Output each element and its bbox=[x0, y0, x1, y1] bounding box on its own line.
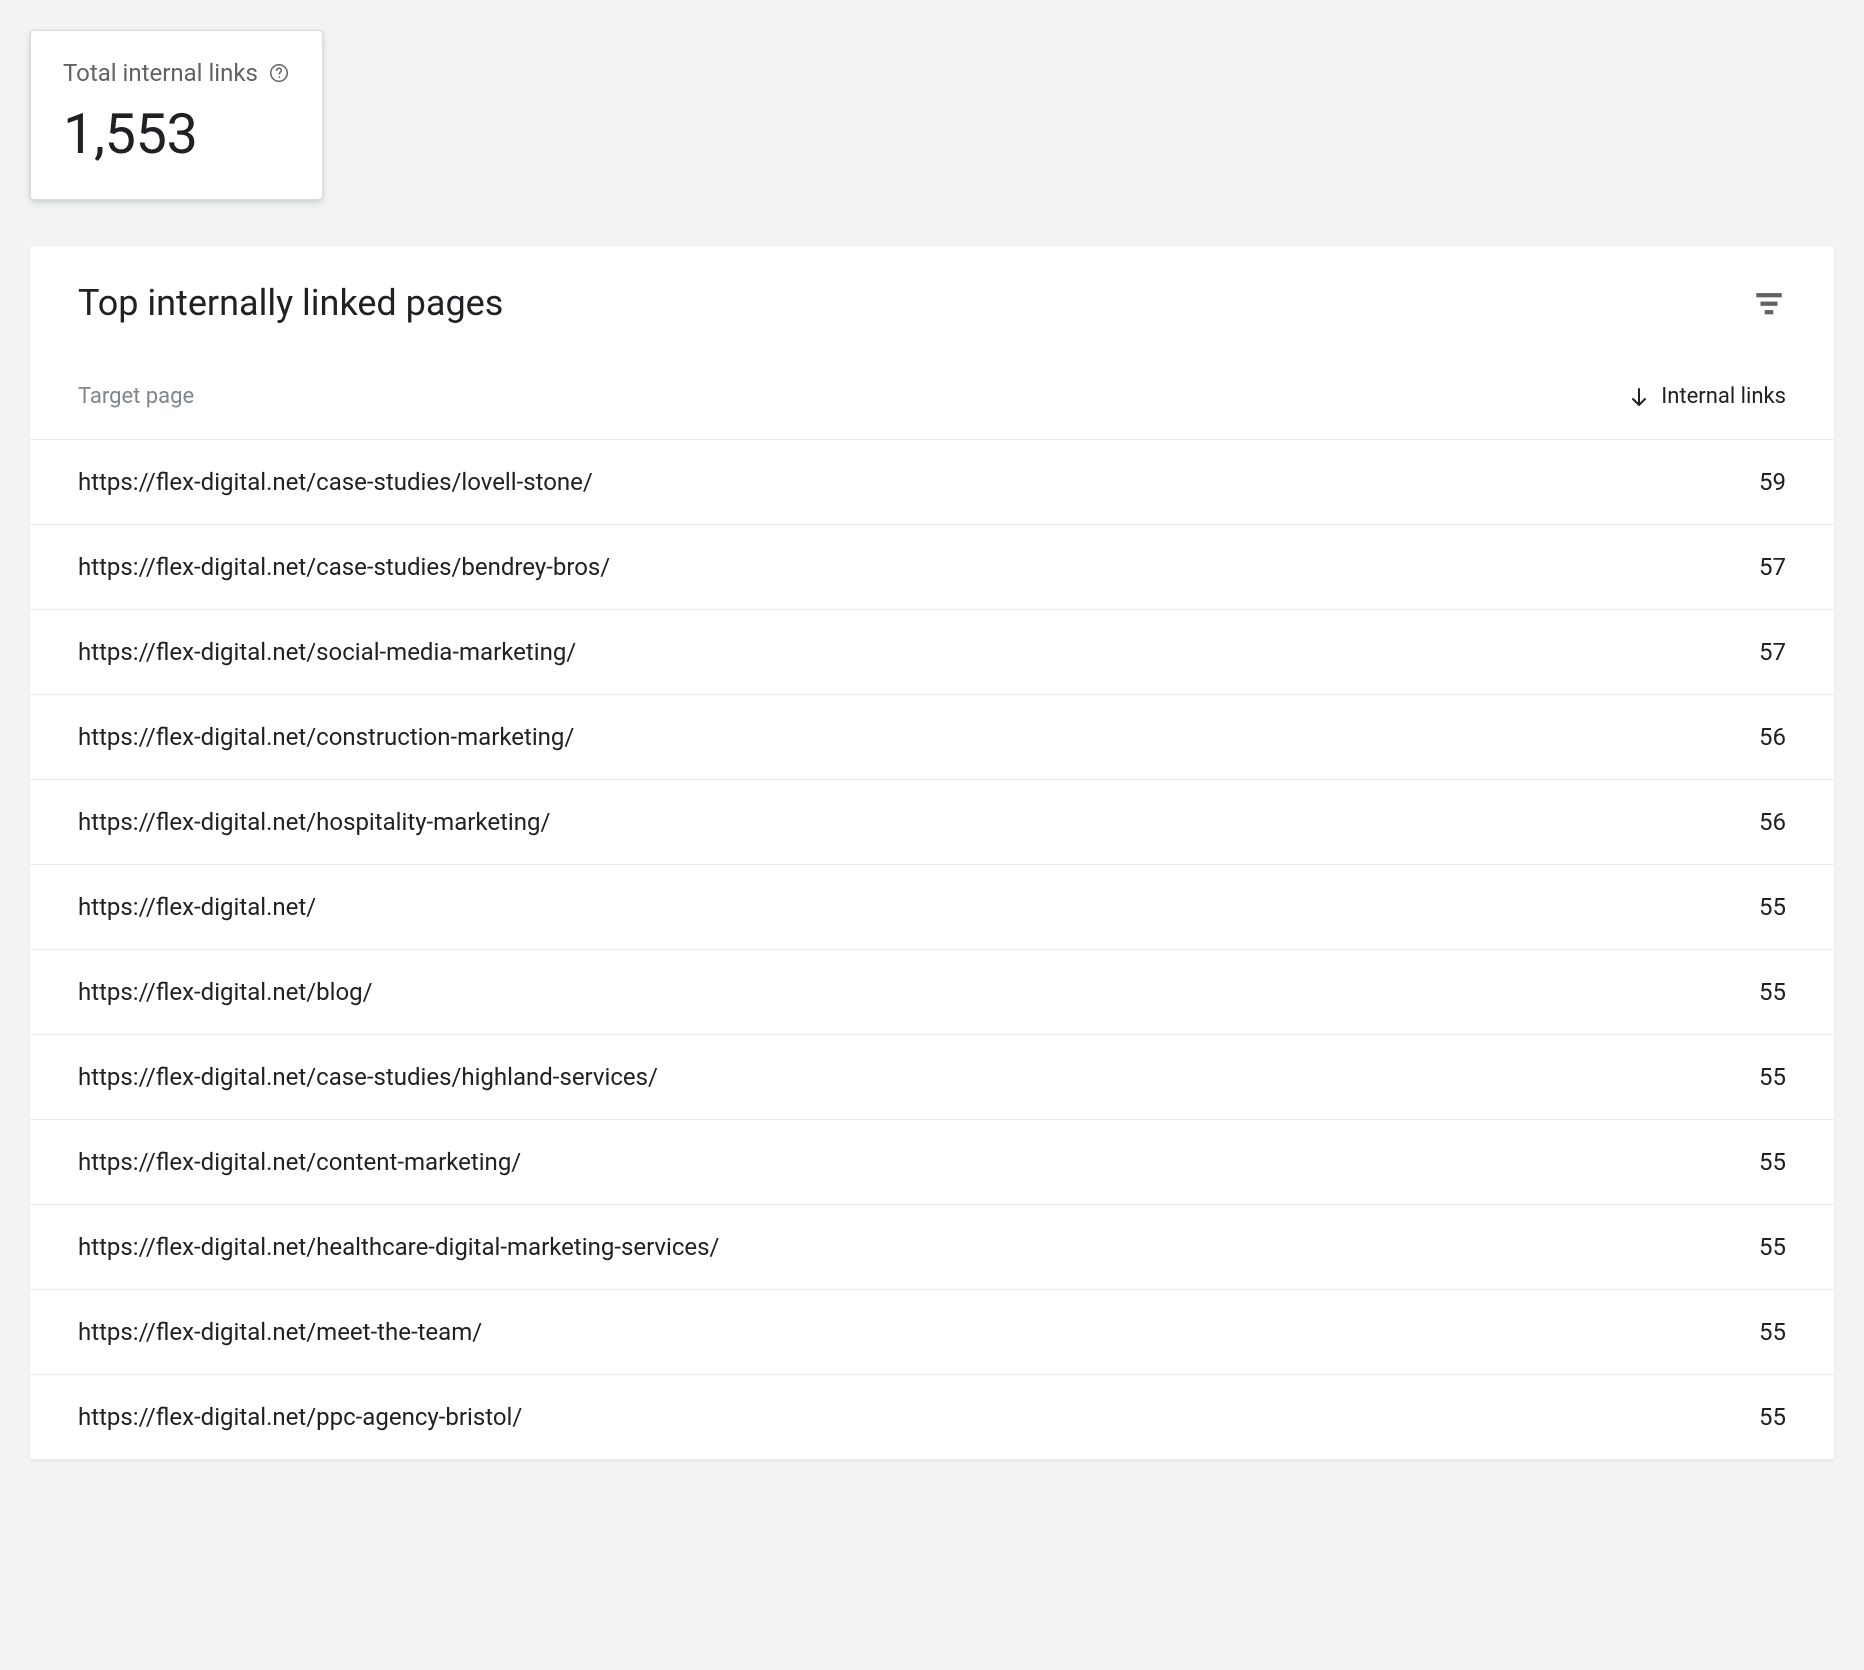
table-row[interactable]: https://flex-digital.net/construction-ma… bbox=[30, 695, 1834, 780]
table-body: https://flex-digital.net/case-studies/lo… bbox=[30, 440, 1834, 1460]
row-count: 55 bbox=[1726, 978, 1786, 1006]
total-internal-links-card: Total internal links 1,553 bbox=[30, 30, 323, 200]
row-count: 56 bbox=[1726, 808, 1786, 836]
row-url: https://flex-digital.net/meet-the-team/ bbox=[78, 1318, 1726, 1346]
row-url: https://flex-digital.net/hospitality-mar… bbox=[78, 808, 1726, 836]
table-row[interactable]: https://flex-digital.net/blog/55 bbox=[30, 950, 1834, 1035]
panel-title: Top internally linked pages bbox=[78, 282, 503, 324]
row-url: https://flex-digital.net/case-studies/lo… bbox=[78, 468, 1726, 496]
column-header-target-page: Target page bbox=[78, 384, 1627, 409]
row-count: 57 bbox=[1726, 553, 1786, 581]
row-url: https://flex-digital.net/ppc-agency-bris… bbox=[78, 1403, 1726, 1431]
table-header: Target page Internal links bbox=[30, 354, 1834, 440]
row-url: https://flex-digital.net/ bbox=[78, 893, 1726, 921]
row-count: 55 bbox=[1726, 1233, 1786, 1261]
total-links-label: Total internal links bbox=[63, 59, 258, 87]
row-count: 55 bbox=[1726, 1318, 1786, 1346]
row-url: https://flex-digital.net/case-studies/be… bbox=[78, 553, 1726, 581]
table-row[interactable]: https://flex-digital.net/case-studies/be… bbox=[30, 525, 1834, 610]
help-icon[interactable] bbox=[268, 62, 290, 84]
row-url: https://flex-digital.net/construction-ma… bbox=[78, 723, 1726, 751]
arrow-down-icon bbox=[1627, 385, 1651, 409]
total-links-value: 1,553 bbox=[63, 101, 290, 167]
table-row[interactable]: https://flex-digital.net/hospitality-mar… bbox=[30, 780, 1834, 865]
row-url: https://flex-digital.net/social-media-ma… bbox=[78, 638, 1726, 666]
row-url: https://flex-digital.net/case-studies/hi… bbox=[78, 1063, 1726, 1091]
row-count: 57 bbox=[1726, 638, 1786, 666]
table-row[interactable]: https://flex-digital.net/meet-the-team/5… bbox=[30, 1290, 1834, 1375]
row-url: https://flex-digital.net/healthcare-digi… bbox=[78, 1233, 1726, 1261]
table-row[interactable]: https://flex-digital.net/healthcare-digi… bbox=[30, 1205, 1834, 1290]
row-count: 55 bbox=[1726, 893, 1786, 921]
row-count: 59 bbox=[1726, 468, 1786, 496]
top-linked-pages-panel: Top internally linked pages Target page … bbox=[30, 246, 1834, 1460]
table-row[interactable]: https://flex-digital.net/content-marketi… bbox=[30, 1120, 1834, 1205]
row-count: 55 bbox=[1726, 1403, 1786, 1431]
row-url: https://flex-digital.net/content-marketi… bbox=[78, 1148, 1726, 1176]
row-count: 56 bbox=[1726, 723, 1786, 751]
table-row[interactable]: https://flex-digital.net/ppc-agency-bris… bbox=[30, 1375, 1834, 1460]
column-header-internal-links[interactable]: Internal links bbox=[1627, 384, 1786, 409]
table-row[interactable]: https://flex-digital.net/social-media-ma… bbox=[30, 610, 1834, 695]
row-count: 55 bbox=[1726, 1063, 1786, 1091]
table-row[interactable]: https://flex-digital.net/case-studies/lo… bbox=[30, 440, 1834, 525]
table-row[interactable]: https://flex-digital.net/55 bbox=[30, 865, 1834, 950]
row-count: 55 bbox=[1726, 1148, 1786, 1176]
column-header-internal-links-label: Internal links bbox=[1661, 384, 1786, 409]
filter-icon[interactable] bbox=[1752, 286, 1786, 320]
table-row[interactable]: https://flex-digital.net/case-studies/hi… bbox=[30, 1035, 1834, 1120]
row-url: https://flex-digital.net/blog/ bbox=[78, 978, 1726, 1006]
